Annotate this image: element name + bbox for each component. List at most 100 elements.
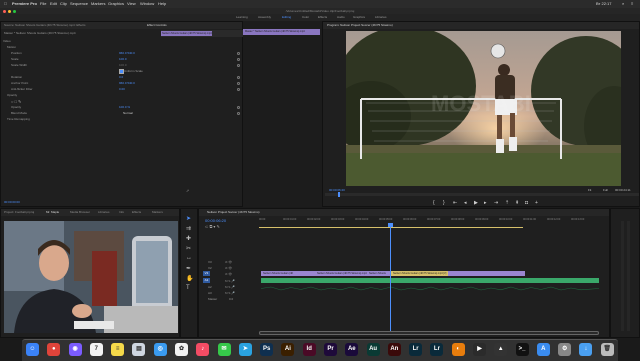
track-v2-label[interactable]: V2 <box>208 266 212 270</box>
menu-help[interactable]: Help <box>158 0 166 8</box>
menu-sequence[interactable]: Sequence <box>70 0 88 8</box>
dock-chrome-icon[interactable]: ● <box>47 343 61 356</box>
v1-clip-4[interactable]: Neilson Shoots Guitars (4K/75 Slowmo).mp… <box>389 271 525 276</box>
fx-opacity-value[interactable]: 100.0 % <box>119 105 130 109</box>
a1-audio-clip[interactable] <box>260 278 600 291</box>
go-to-out-icon[interactable]: ⇥ <box>494 201 498 206</box>
v1-clip-1[interactable]: Neilson Shoots Guitars (4K <box>261 271 315 276</box>
close-window-button[interactable] <box>3 9 6 13</box>
reset-anchor-icon[interactable] <box>237 82 240 85</box>
tab-info[interactable]: Info <box>119 209 124 216</box>
program-video-frame[interactable]: MOSTABI <box>346 31 621 186</box>
menu-view[interactable]: View <box>127 0 136 8</box>
track-mute-solo-icons[interactable]: M S 🎤 <box>225 291 235 295</box>
mini-timeline-clip[interactable]: Neilson Shoots Guitars (4K/75 Slowmo).mp… <box>161 31 212 36</box>
mark-in-icon[interactable]: { <box>433 201 435 206</box>
fx-antiflicker-value[interactable]: 0.00 <box>119 87 125 91</box>
tab-source[interactable]: Source: Neilson Shoots Guitars (4K/75 Sl… <box>4 22 85 29</box>
type-tool-icon[interactable]: T <box>186 285 190 291</box>
mark-out-icon[interactable]: } <box>443 201 445 206</box>
dock-indesign-icon[interactable]: Id <box>302 343 316 356</box>
fx-scale-value[interactable]: 100.0 <box>119 57 127 61</box>
fx-anchor-point-value[interactable]: 960.0 540.0 <box>119 81 135 85</box>
menu-edit[interactable]: Edit <box>50 0 57 8</box>
reset-scale-icon[interactable] <box>237 58 240 61</box>
tab-mr-maple[interactable]: Mr. Maple <box>46 209 59 216</box>
app-menu[interactable]: Premiere Pro <box>12 0 37 8</box>
playhead-handle[interactable] <box>388 223 393 227</box>
extract-icon[interactable]: ⇞ <box>515 201 519 206</box>
v1-clip-2[interactable]: Neilson Shoots Guitars (4K/75 Slowmo).mp… <box>315 271 367 276</box>
apple-menu-icon[interactable]:  <box>4 0 7 8</box>
program-timecode-current[interactable]: 00:00:06:20 <box>329 188 345 192</box>
dock-lightroom-icon[interactable]: Lr <box>430 343 444 356</box>
dock-photos-icon[interactable]: ✿ <box>175 343 188 356</box>
dock-animate-icon[interactable]: An <box>387 343 401 356</box>
menu-window[interactable]: Window <box>140 0 154 8</box>
program-scrubber[interactable] <box>325 193 639 196</box>
reset-rotation-icon[interactable] <box>237 76 240 79</box>
hand-tool-icon[interactable]: ✋ <box>186 275 193 282</box>
program-playhead[interactable] <box>338 192 340 197</box>
dock-siri-icon[interactable]: ◉ <box>68 343 82 356</box>
dock-trash-icon[interactable]: 🗑 <box>600 343 614 356</box>
dock-preview-icon[interactable]: ▤ <box>132 343 146 356</box>
selection-tool-icon[interactable]: ➤ <box>186 215 191 222</box>
master-track-value[interactable]: 0.0 <box>229 297 233 301</box>
tab-libraries[interactable]: Libraries <box>98 209 110 216</box>
dock-app-store-icon[interactable]: A <box>536 343 550 356</box>
step-back-icon[interactable]: ◂ <box>464 201 467 206</box>
menubar-clock[interactable]: Вт 22:17 <box>596 0 612 8</box>
fx-time-remapping-label[interactable]: Time Remapping <box>7 117 30 121</box>
timeline-zoom-handle[interactable] <box>259 331 599 335</box>
fx-scale-width-value[interactable]: 100.0 <box>119 63 127 67</box>
menu-markers[interactable]: Markers <box>91 0 105 8</box>
v1-clip-3[interactable]: Neilson Shoots <box>367 271 389 276</box>
program-quality-dropdown[interactable]: Full <box>603 188 608 192</box>
dock-calendar-icon[interactable]: 7 <box>89 343 103 356</box>
dock-safari-icon[interactable]: ◎ <box>153 343 167 356</box>
ripple-edit-tool-icon[interactable]: ✚ <box>186 235 191 242</box>
track-v3-label[interactable]: V3 <box>208 260 212 264</box>
dock-messages-icon[interactable]: ✉ <box>217 343 231 356</box>
menu-clip[interactable]: Clip <box>60 0 67 8</box>
fx-opacity-group-label[interactable]: Opacity <box>7 93 17 97</box>
track-toggle-icons[interactable]: ⊘ 👁 <box>225 272 232 276</box>
tab-markers[interactable]: Markers <box>152 209 163 216</box>
dock-premiere-pro-icon[interactable]: Pr <box>324 343 337 356</box>
track-v1-target[interactable]: V1 <box>203 271 210 276</box>
dock-lightroom-classic-icon[interactable]: Lr <box>409 343 423 356</box>
pen-tool-icon[interactable]: ✒ <box>186 265 191 272</box>
go-to-in-icon[interactable]: ⇤ <box>453 201 457 206</box>
tab-program-monitor[interactable]: Program: Neilson Project Soccer (4K/75 S… <box>327 22 393 29</box>
dock-photoshop-icon[interactable]: Ps <box>260 343 274 356</box>
timeline-playhead[interactable] <box>390 223 391 333</box>
dock-audition-icon[interactable]: Au <box>366 343 380 356</box>
tab-media-browser[interactable]: Media Browser <box>70 209 90 216</box>
dock-telegram-icon[interactable]: ➤ <box>238 343 252 356</box>
dock-compressor-icon[interactable]: ▲ <box>494 343 508 356</box>
program-fit-dropdown[interactable]: Fit <box>588 188 591 192</box>
dock-notes-icon[interactable]: ≡ <box>111 343 125 356</box>
dock-music-icon[interactable]: ♪ <box>196 343 210 356</box>
reset-opacity-icon[interactable] <box>237 106 240 109</box>
dock-system-preferences-icon[interactable]: ⚙ <box>558 343 572 356</box>
tab-effects[interactable]: Effects <box>132 209 141 216</box>
razor-tool-icon[interactable]: ✂ <box>186 245 191 252</box>
workspace-assembly[interactable]: Assembly <box>258 14 271 21</box>
work-area-bar[interactable] <box>259 227 523 228</box>
zoom-window-button[interactable] <box>13 9 16 13</box>
tab-timeline-sequence[interactable]: Neilson Project Soccer (4K/75 Slowmo) <box>207 209 260 216</box>
dock-downloads-icon[interactable]: ↓ <box>579 343 593 356</box>
workspace-graphics[interactable]: Graphics <box>353 14 365 21</box>
dock-illustrator-icon[interactable]: Ai <box>281 343 295 356</box>
mask-tools-icons[interactable]: ○ □ ✎ <box>11 99 21 104</box>
dock-final-cut-pro-icon[interactable]: ▶ <box>473 343 486 356</box>
reset-scale-width-icon[interactable] <box>237 64 240 67</box>
workspace-libraries[interactable]: Libraries <box>375 14 387 21</box>
minimize-window-button[interactable] <box>8 9 11 13</box>
track-a2-label[interactable]: A2 <box>208 285 212 289</box>
reset-blend-icon[interactable] <box>237 112 240 115</box>
timeline-timecode[interactable]: 00:00:06:20 <box>205 218 226 223</box>
button-editor-icon[interactable]: + <box>535 201 538 206</box>
